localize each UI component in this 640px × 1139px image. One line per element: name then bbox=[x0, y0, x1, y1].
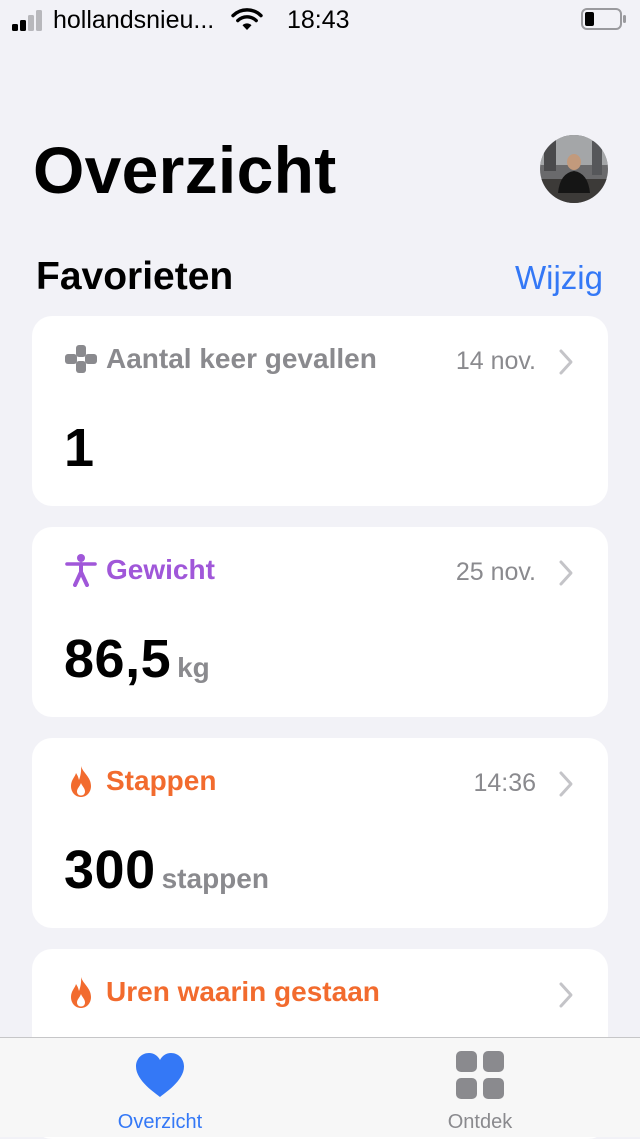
grid-icon bbox=[456, 1051, 504, 1099]
status-time: 18:43 bbox=[287, 6, 350, 34]
figure-icon bbox=[65, 554, 97, 587]
chevron-right-icon bbox=[559, 349, 573, 375]
flame-icon bbox=[71, 977, 91, 1008]
card-value: 86,5 kg bbox=[64, 627, 210, 691]
card-title: Stappen bbox=[106, 765, 217, 796]
avatar-photo bbox=[540, 135, 608, 203]
battery-icon bbox=[581, 8, 626, 30]
signal-strength-icon bbox=[12, 9, 48, 31]
tab-overzicht[interactable]: Overzicht bbox=[60, 1038, 260, 1137]
wifi-icon bbox=[231, 8, 263, 30]
card-value: 300 stappen bbox=[64, 838, 269, 902]
card-value-number: 300 bbox=[64, 840, 156, 900]
chevron-right-icon bbox=[559, 771, 573, 797]
card-date: 25 nov. bbox=[455, 558, 536, 586]
card-value: 1 bbox=[64, 416, 95, 480]
card-title: Aantal keer gevallen bbox=[106, 343, 377, 374]
card-value-number: 86,5 bbox=[64, 629, 172, 689]
carrier-name: hollandsnieu... bbox=[53, 6, 215, 34]
flame-icon bbox=[71, 766, 91, 797]
card-value-unit: stappen bbox=[161, 863, 269, 894]
card-title: Gewicht bbox=[106, 554, 215, 585]
favorite-card-falls[interactable]: Aantal keer gevallen 14 nov. 1 bbox=[32, 316, 608, 506]
edit-favorites-button[interactable]: Wijzig bbox=[515, 256, 603, 300]
status-bar: hollandsnieu... 18:43 bbox=[0, 0, 640, 40]
tab-ontdek[interactable]: Ontdek bbox=[380, 1038, 580, 1137]
card-title: Uren waarin gestaan bbox=[106, 976, 380, 1007]
tab-label: Ontdek bbox=[447, 1111, 513, 1133]
profile-avatar[interactable] bbox=[540, 135, 608, 203]
favorite-card-steps[interactable]: Stappen 14:36 300 stappen bbox=[32, 738, 608, 928]
favorites-heading: Favorieten bbox=[36, 255, 234, 298]
plus-cross-icon bbox=[65, 345, 97, 373]
card-date: 14:36 bbox=[473, 769, 536, 797]
card-value-unit: kg bbox=[177, 652, 210, 683]
card-value-number: 1 bbox=[64, 418, 95, 478]
favorite-card-weight[interactable]: Gewicht 25 nov. 86,5 kg bbox=[32, 527, 608, 717]
tab-label: Overzicht bbox=[117, 1111, 203, 1133]
chevron-right-icon bbox=[559, 982, 573, 1008]
card-date: 14 nov. bbox=[455, 347, 536, 375]
page-title: Overzicht bbox=[33, 133, 337, 207]
tab-bar: Overzicht Ontdek bbox=[0, 1037, 640, 1137]
heart-icon bbox=[136, 1053, 184, 1097]
chevron-right-icon bbox=[559, 560, 573, 586]
